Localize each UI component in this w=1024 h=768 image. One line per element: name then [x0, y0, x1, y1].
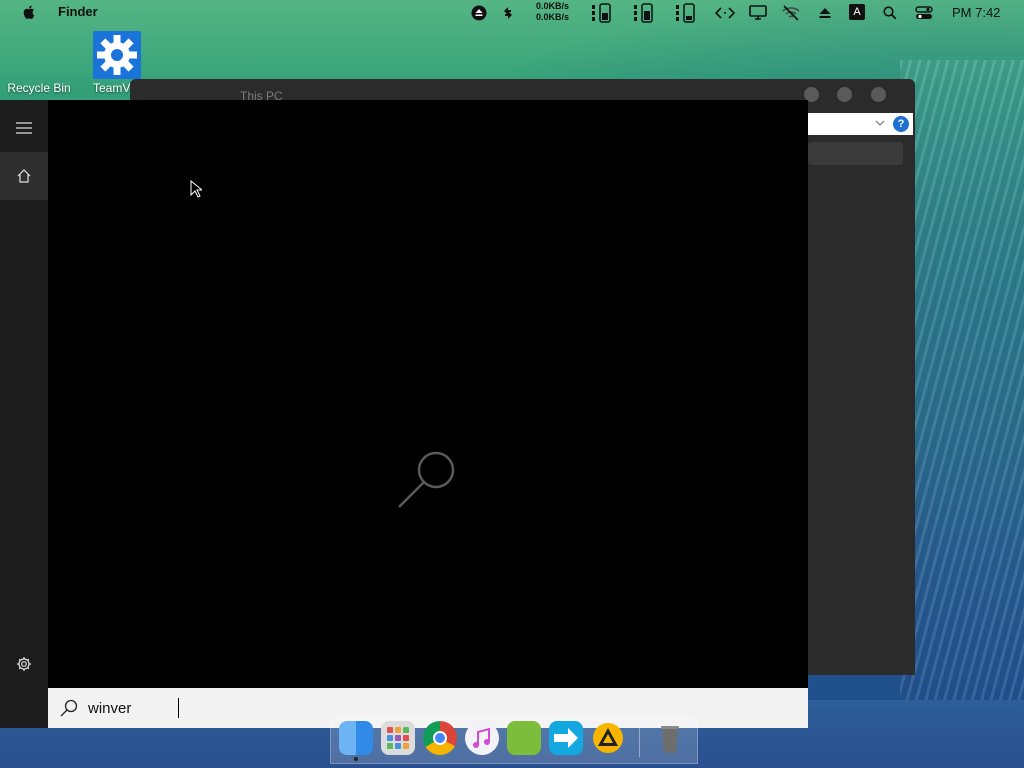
address-bar[interactable]: ? [807, 113, 913, 135]
gear-icon [97, 35, 137, 75]
close-button[interactable] [871, 87, 886, 102]
trash-icon [661, 726, 679, 753]
chrome-icon [433, 731, 447, 745]
menu-bar: Finder 0.0KB/s 0.0KB/s A PM 7:42 [0, 0, 1024, 25]
search-placeholder-icon [398, 451, 455, 508]
network-upload: 0.0KB/s [536, 1, 570, 11]
desktop-icon-teamviewer[interactable] [93, 31, 141, 79]
hamburger-menu-button[interactable] [0, 104, 48, 152]
cpu-status-icon[interactable] [674, 2, 700, 23]
eject-circle-icon[interactable] [470, 3, 488, 22]
apple-icon[interactable] [22, 4, 37, 20]
desktop-icon-label: Recycle Bin [7, 81, 71, 95]
music-note-icon [473, 727, 490, 748]
menubar-clock[interactable]: PM 7:42 [952, 5, 1000, 20]
control-center-icon[interactable] [914, 3, 934, 22]
explorer-search-input[interactable] [808, 142, 903, 165]
help-icon[interactable]: ? [893, 116, 909, 132]
dock-finder[interactable] [339, 721, 373, 755]
eject-icon[interactable] [816, 3, 834, 22]
dock-trash[interactable] [653, 721, 687, 755]
search-icon [60, 699, 78, 717]
arrow-right-icon [554, 728, 578, 748]
text-caret [178, 698, 179, 718]
desktop-icon-recycle-bin[interactable]: Recycle Bin [2, 81, 76, 95]
spotlight-search-icon[interactable] [881, 3, 899, 22]
running-indicator [354, 757, 358, 761]
search-flyout [0, 100, 808, 728]
display-icon[interactable] [748, 3, 768, 22]
input-source-badge[interactable]: A [849, 4, 865, 20]
active-app-name[interactable]: Finder [58, 4, 98, 19]
maximize-button[interactable] [837, 87, 852, 102]
nav-settings-button[interactable] [0, 640, 48, 688]
dock-notes-app[interactable] [507, 721, 541, 755]
chevron-down-icon[interactable] [875, 119, 885, 127]
gear-icon [17, 657, 31, 671]
dock-chrome[interactable] [423, 721, 457, 755]
mouse-cursor-icon [190, 180, 202, 198]
sync-icon[interactable] [500, 3, 516, 22]
dock [330, 716, 698, 764]
desktop-icon-label-teamviewer[interactable]: TeamV [93, 81, 133, 95]
code-brackets-icon[interactable] [714, 3, 736, 22]
dock-launchpad[interactable] [381, 721, 415, 755]
disk-status-icon[interactable] [590, 2, 616, 23]
memory-status-icon[interactable] [632, 2, 658, 23]
desktop-icon-label: TeamV [93, 81, 131, 95]
dock-separator [639, 723, 640, 757]
dock-app-warning[interactable] [591, 721, 625, 755]
dock-itunes[interactable] [465, 721, 499, 755]
desktop-wallpaper-wave [900, 60, 1024, 700]
hamburger-icon [16, 122, 32, 134]
network-speed[interactable]: 0.0KB/s 0.0KB/s [536, 1, 569, 23]
launchpad-icon [387, 727, 409, 749]
flyout-nav-rail [0, 100, 48, 728]
triangle-logo-icon [593, 723, 623, 753]
network-download: 0.0KB/s [536, 12, 570, 22]
nav-home-button[interactable] [0, 152, 48, 200]
wifi-off-icon[interactable] [780, 3, 802, 22]
dock-migration-app[interactable] [549, 721, 583, 755]
home-icon [17, 169, 31, 183]
